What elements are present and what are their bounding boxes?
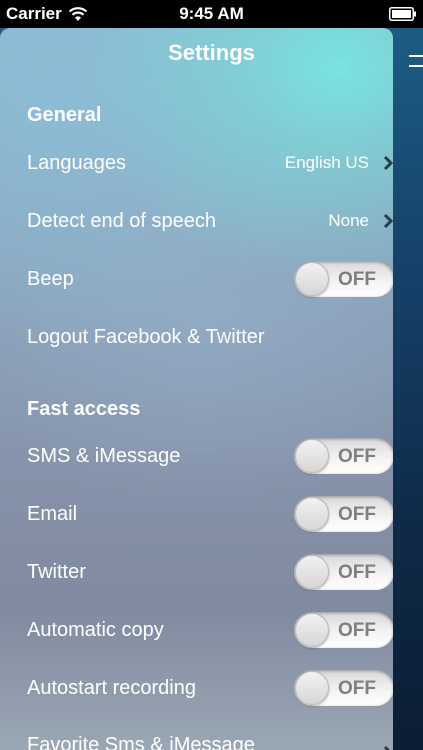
row-sms: SMS & iMessage OFF [0,436,393,476]
wifi-icon [68,7,88,21]
row-beep: Beep OFF [0,259,393,299]
languages-label: Languages [27,151,126,174]
chevron-right-icon [383,213,393,229]
toggle-state: OFF [338,446,376,467]
row-email: Email OFF [0,494,393,534]
toggle-knob [295,555,329,589]
toggle-state: OFF [338,269,376,290]
row-autostart-recording: Autostart recording OFF [0,668,393,708]
row-logout[interactable]: Logout Facebook & Twitter [0,317,393,357]
chevron-right-icon [383,745,391,750]
row-languages[interactable]: Languages English US [0,143,393,183]
section-header-fast-access: Fast access [27,398,141,420]
toggle-knob [295,613,329,647]
status-bar: Carrier 9:45 AM [0,0,423,28]
hamburger-menu-icon[interactable] [409,55,423,77]
email-label: Email [27,502,78,525]
row-favorite-sms[interactable]: Favorite Sms & iMessage [0,725,393,750]
row-detect-end-of-speech[interactable]: Detect end of speech None [0,201,393,241]
twitter-label: Twitter [27,560,86,583]
toggle-knob [295,497,329,531]
row-twitter: Twitter OFF [0,552,393,592]
toggle-knob [295,439,329,473]
row-automatic-copy: Automatic copy OFF [0,610,393,650]
battery-icon [389,7,416,21]
detect-end-label: Detect end of speech [27,209,217,232]
sms-label: SMS & iMessage [27,444,181,467]
languages-value: English US [284,153,369,172]
email-toggle[interactable]: OFF [294,496,393,532]
sms-toggle[interactable]: OFF [294,438,393,474]
autostart-label: Autostart recording [27,676,196,699]
carrier-label: Carrier [6,4,62,23]
beep-toggle[interactable]: OFF [294,261,393,297]
logout-label: Logout Facebook & Twitter [27,325,265,348]
toggle-knob [295,671,329,705]
auto-copy-label: Automatic copy [27,618,164,641]
settings-panel: Settings General Languages English US De… [0,28,393,750]
beep-label: Beep [27,267,74,290]
autostart-toggle[interactable]: OFF [294,670,393,706]
toggle-state: OFF [338,504,376,525]
page-title: Settings [168,40,255,65]
favorite-sms-label: Favorite Sms & iMessage [27,733,255,750]
auto-copy-toggle[interactable]: OFF [294,612,393,648]
toggle-state: OFF [338,620,376,641]
chevron-right-icon [383,155,393,171]
toggle-knob [295,262,329,296]
toggle-state: OFF [338,678,376,699]
detect-end-value: None [328,211,369,230]
toggle-state: OFF [338,562,376,583]
twitter-toggle[interactable]: OFF [294,554,393,590]
section-header-general: General [27,104,102,126]
